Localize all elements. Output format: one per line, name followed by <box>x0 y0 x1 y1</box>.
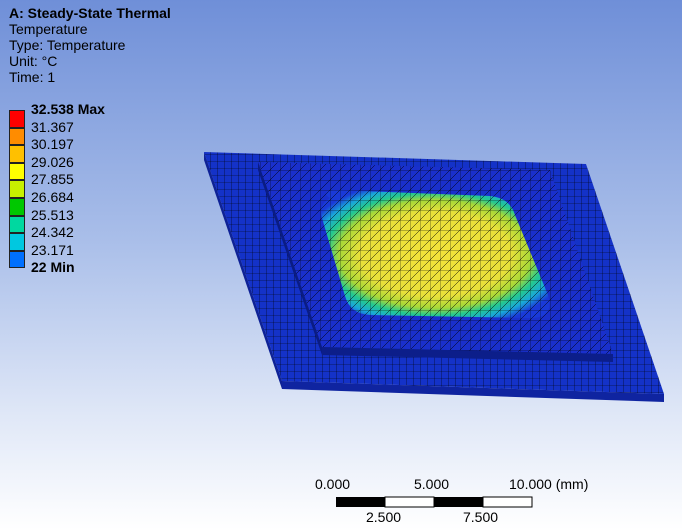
legend-swatch <box>9 197 25 216</box>
result-info: A: Steady-State Thermal Temperature Type… <box>9 5 171 85</box>
legend-swatch <box>9 110 25 128</box>
result-unit: Unit: °C <box>9 53 58 69</box>
legend-swatch <box>9 233 25 251</box>
legend-value: 26.684 <box>31 188 74 205</box>
scale-label-10: 10.000 (mm) <box>509 476 589 492</box>
legend-swatch <box>9 162 25 181</box>
legend-value: 24.342 <box>31 224 74 241</box>
legend-value: 25.513 <box>31 206 74 223</box>
legend-swatch <box>9 250 25 269</box>
analysis-title: A: Steady-State Thermal <box>9 5 171 21</box>
legend-swatch <box>9 127 25 146</box>
legend-value: 23.171 <box>31 241 74 258</box>
graphics-viewport[interactable]: A: Steady-State Thermal Temperature Type… <box>0 0 682 530</box>
legend-value: 32.538 Max <box>31 101 105 117</box>
legend-value: 31.367 <box>31 118 74 135</box>
legend-swatch <box>9 180 25 198</box>
scale-label-0: 0.000 <box>315 476 351 492</box>
scale-label-7-5: 7.500 <box>463 509 499 525</box>
legend-value: 30.197 <box>31 136 74 153</box>
result-type: Type: Temperature <box>9 37 126 53</box>
legend-swatch <box>9 145 25 163</box>
legend-value: 22 Min <box>31 259 75 276</box>
result-name: Temperature <box>9 21 88 37</box>
result-time: Time: 1 <box>9 69 56 85</box>
scale-label-2-5: 2.500 <box>366 509 402 525</box>
legend-value: 29.026 <box>31 153 74 170</box>
legend-value: 27.855 <box>31 171 74 188</box>
legend-swatch <box>9 215 25 234</box>
scale-label-5: 5.000 <box>414 476 450 492</box>
scale-ruler <box>336 496 533 508</box>
